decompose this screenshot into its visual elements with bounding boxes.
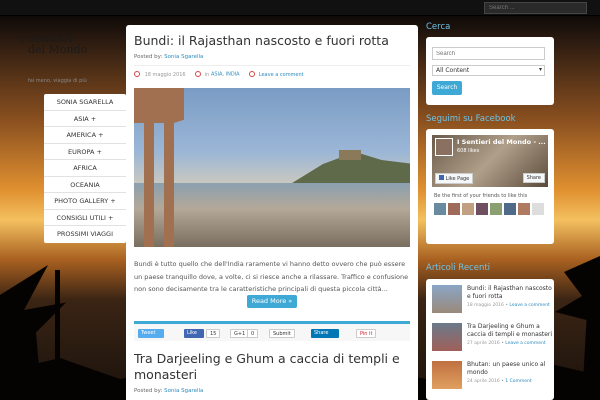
main-content: Bundi: il Rajasthan nascosto e fuori rot… (126, 25, 418, 400)
recent-post-date: 24 aprile 2016 (467, 379, 500, 384)
author-link[interactable]: Sonia Sgarella (164, 54, 203, 60)
recent-post-meta: 24 aprile 2016 • 1 Comment (467, 379, 532, 384)
menu-item-africa[interactable]: AFRICA (44, 160, 126, 177)
leave-comment-link[interactable]: Leave a comment (259, 72, 304, 78)
recent-post-meta: 18 maggio 2016 • Leave a comment (467, 303, 550, 308)
post-date: 18 maggio 2016 (144, 71, 186, 78)
folder-icon (195, 71, 202, 77)
recent-post-comment-link[interactable]: Leave a comment (505, 341, 545, 346)
facebook-share-button[interactable]: Share (522, 173, 545, 183)
recent-post-date: 18 maggio 2016 (467, 303, 504, 308)
posted-by-label: Posted by: (134, 54, 163, 60)
post-meta: 18 maggio 2016 in ASIA, INDIA Leave a co… (134, 71, 304, 78)
widget-title-recent: Articoli Recenti (426, 263, 491, 273)
calendar-icon (134, 71, 140, 77)
facebook-like-page-button[interactable]: Like Page (435, 173, 474, 184)
recent-post-item[interactable]: Bundi: il Rajasthan nascosto e fuori rot… (432, 285, 553, 319)
menu-item-asia[interactable]: ASIA + (44, 111, 126, 127)
sidebar-search-button[interactable]: Search (432, 81, 462, 95)
recent-post-title[interactable]: Bundi: il Rajasthan nascosto e fuori rot… (467, 285, 553, 301)
content-type-select[interactable]: All Content ▾ (432, 65, 545, 76)
facebook-page-avatar[interactable] (435, 138, 453, 156)
menu-item-oceania[interactable]: OCEANIA (44, 177, 126, 193)
top-search-input[interactable] (484, 2, 587, 14)
recent-posts-widget: Bundi: il Rajasthan nascosto e fuori rot… (426, 279, 554, 400)
author-link[interactable]: Sonia Sgarella (164, 388, 203, 394)
menu-item-consigli-utili[interactable]: CONSIGLI UTILI + (44, 210, 126, 226)
pinterest-button[interactable]: Pin it (356, 329, 377, 338)
recent-post-date: 27 aprile 2016 (467, 341, 500, 346)
google-plus-count: 0 (247, 329, 259, 338)
linkedin-share-button[interactable]: Share (311, 329, 339, 338)
sidebar-search-input[interactable] (432, 47, 545, 60)
chevron-down-icon: ▾ (538, 66, 542, 73)
search-widget: All Content ▾ Search (426, 37, 554, 105)
menu-item-sonia-sgarella[interactable]: SONIA SGARELLA (44, 94, 126, 111)
facebook-friend-avatars (434, 203, 548, 215)
post2-title-line1: Tra Darjeeling e Ghum a caccia di templi… (134, 351, 400, 366)
facebook-friends-text: Be the first of your friends to like thi… (434, 193, 528, 199)
tweet-button[interactable]: Tweet (138, 329, 164, 338)
recent-post-title[interactable]: Bhutan: un paese unico al mondo (467, 361, 553, 377)
menu-item-europa[interactable]: EUROPA + (44, 144, 126, 160)
share-bar: Tweet Like 15 G+1 0 Submit Share Pin it (134, 321, 410, 341)
content-type-value: All Content (436, 67, 470, 74)
stumbleupon-submit-button[interactable]: Submit (269, 329, 295, 338)
avatar[interactable] (532, 203, 544, 215)
facebook-icon (439, 175, 444, 180)
avatar[interactable] (504, 203, 516, 215)
avatar[interactable] (476, 203, 488, 215)
post-title[interactable]: Bundi: il Rajasthan nascosto e fuori rot… (134, 33, 414, 49)
facebook-like-count: 15 (206, 329, 221, 338)
divider (134, 65, 410, 66)
recent-post-item[interactable]: Tra Darjeeling e Ghum a caccia di templi… (432, 323, 553, 357)
recent-post-thumbnail[interactable] (432, 361, 462, 389)
post2-byline: Posted by: Sonia Sgarella (134, 388, 203, 394)
recent-post-title[interactable]: Tra Darjeeling e Ghum a caccia di templi… (467, 323, 553, 339)
posted-by-label: Posted by: (134, 388, 163, 394)
post-featured-image[interactable] (134, 88, 410, 247)
main-menu: SONIA SGARELLA ASIA + AMERICA + EUROPA +… (44, 94, 126, 243)
like-page-label: Like Page (445, 176, 470, 182)
post-excerpt: Bundi è tutto quello che dell'India rara… (134, 260, 409, 293)
post2-title-line2: monasteri (134, 367, 198, 382)
site-title-line2: del Mondo (28, 43, 88, 56)
avatar[interactable] (518, 203, 530, 215)
avatar[interactable] (490, 203, 502, 215)
recent-post-meta: 27 aprile 2016 • Leave a comment (467, 341, 546, 346)
widget-title-cerca: Cerca (426, 22, 451, 32)
share-label: Share (526, 175, 541, 181)
site-tagline: fai meno, viaggia di più (28, 78, 87, 84)
facebook-page-name[interactable]: I Sentieri del Mondo - ... (457, 138, 546, 146)
menu-item-america[interactable]: AMERICA + (44, 127, 126, 144)
post-byline: Posted by: Sonia Sgarella (134, 54, 203, 60)
avatar[interactable] (448, 203, 460, 215)
avatar[interactable] (434, 203, 446, 215)
recent-post-comment-link[interactable]: Leave a comment (509, 303, 549, 308)
recent-post-thumbnail[interactable] (432, 285, 462, 313)
site-logo[interactable]: I Sentieri del Mondo fai meno, viaggia d… (20, 33, 110, 84)
widget-title-facebook: Seguimi su Facebook (426, 114, 516, 124)
recent-post-thumbnail[interactable] (432, 323, 462, 351)
facebook-likes-count: 608 likes (457, 148, 480, 154)
top-bar (0, 0, 600, 16)
recent-post-item[interactable]: Bhutan: un paese unico al mondo 24 april… (432, 361, 550, 395)
comment-icon (249, 71, 256, 77)
facebook-like-button[interactable]: Like (184, 329, 204, 338)
post-categories[interactable]: ASIA, INDIA (211, 72, 240, 78)
post2-title[interactable]: Tra Darjeeling e Ghum a caccia di templi… (134, 351, 414, 383)
avatar[interactable] (462, 203, 474, 215)
in-label: in (204, 71, 210, 78)
city-shape (134, 183, 410, 247)
sidebar: Cerca All Content ▾ Search Seguimi su Fa… (426, 17, 600, 400)
facebook-cover-image[interactable]: I Sentieri del Mondo - ... 608 likes Lik… (432, 135, 548, 187)
read-more-button[interactable]: Read More » (247, 295, 297, 308)
recent-post-comment-link[interactable]: 1 Comment (505, 379, 531, 384)
menu-item-photo-gallery[interactable]: PHOTO GALLERY + (44, 193, 126, 210)
menu-item-prossimi-viaggi[interactable]: PROSSIMI VIAGGI (44, 226, 126, 243)
facebook-widget: I Sentieri del Mondo - ... 608 likes Lik… (426, 129, 554, 244)
fort-shape (339, 150, 361, 160)
